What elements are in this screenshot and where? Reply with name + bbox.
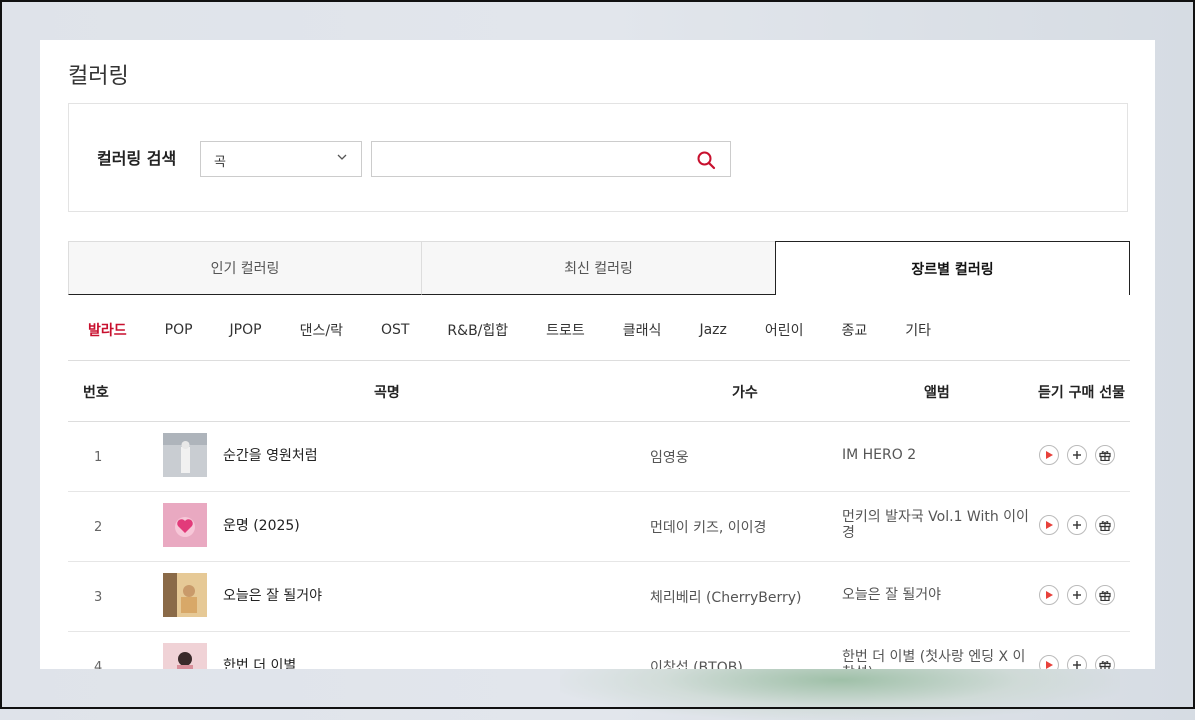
genre-classic[interactable]: 클래식 [623,320,662,340]
song-title[interactable]: 순간을 영원처럼 [223,445,318,465]
table-row: 3 오늘은 잘 될거야 체리베리 (CherryBerry) 오늘은 잘 될거야 [68,562,1130,632]
genre-ballad[interactable]: 발라드 [88,320,127,340]
row-actions [1039,585,1115,605]
gift-icon[interactable] [1095,515,1115,535]
gift-icon[interactable] [1095,655,1115,669]
search-input[interactable] [382,142,686,176]
plus-icon[interactable] [1067,515,1087,535]
song-album[interactable]: 오늘은 잘 될거야 [842,587,1037,603]
header-title: 곡명 [374,385,400,401]
genre-kids[interactable]: 어린이 [765,320,804,340]
album-cover[interactable] [163,643,207,669]
row-number: 3 [94,590,103,605]
tab-bar: 인기 컬러링 최신 컬러링 장르별 컬러링 [68,241,1130,295]
genre-religion[interactable]: 종교 [841,320,867,340]
album-cover[interactable] [163,433,207,477]
header-album: 앨범 [924,385,950,401]
search-section: 컬러링 검색 곡 [68,103,1128,212]
header-num: 번호 [83,385,109,401]
table-row: 2 운명 (2025) 먼데이 키즈, 이이경 먼키의 발자국 Vol.1 Wi… [68,492,1130,562]
genre-pop[interactable]: POP [165,322,193,338]
genre-jazz[interactable]: Jazz [699,322,726,338]
table-header: 번호 곡명 가수 앨범 듣기 구매 선물 [68,360,1130,422]
search-type-value: 곡 [214,155,226,170]
search-label: 컬러링 검색 [97,149,177,168]
album-cover[interactable] [163,573,207,617]
search-icon[interactable] [696,150,716,170]
song-title[interactable]: 오늘은 잘 될거야 [223,585,322,605]
gift-icon[interactable] [1095,445,1115,465]
song-artist[interactable]: 먼데이 키즈, 이이경 [650,517,766,537]
row-number: 2 [94,520,103,535]
page-title: 컬러링 [68,64,129,89]
genre-ost[interactable]: OST [381,322,409,338]
song-artist[interactable]: 이창섭 (BTOB) [650,657,743,669]
row-actions [1039,515,1115,535]
row-actions [1039,655,1115,669]
song-album[interactable]: 한번 더 이별 (첫사랑 엔딩 X 이창섭) [842,649,1037,669]
song-artist[interactable]: 체리베리 (CherryBerry) [650,587,801,607]
plus-icon[interactable] [1067,585,1087,605]
song-list: 1 순간을 영원처럼 임영웅 IM HERO 2 2 운명 (2025) 먼데이… [68,422,1130,669]
plus-icon[interactable] [1067,655,1087,669]
genre-trot[interactable]: 트로트 [546,320,585,340]
search-type-select[interactable]: 곡 [200,141,362,177]
genre-etc[interactable]: 기타 [905,320,931,340]
song-title[interactable]: 한번 더 이별 [223,655,296,669]
plus-icon[interactable] [1067,445,1087,465]
genre-jpop[interactable]: JPOP [230,322,262,338]
genre-dance-rock[interactable]: 댄스/락 [300,320,343,340]
album-cover[interactable] [163,503,207,547]
main-panel: 컬러링 컬러링 검색 곡 인기 컬러링 최신 컬러링 장르별 컬러링 발라드 P… [40,40,1155,669]
row-number: 1 [94,450,103,465]
play-icon[interactable] [1039,515,1059,535]
song-album[interactable]: 먼키의 발자국 Vol.1 With 이이경 [842,509,1037,541]
table-row: 4 한번 더 이별 이창섭 (BTOB) 한번 더 이별 (첫사랑 엔딩 X 이… [68,632,1130,669]
tab-popular[interactable]: 인기 컬러링 [68,241,422,295]
row-number: 4 [94,660,103,669]
song-album[interactable]: IM HERO 2 [842,447,1037,463]
table-row: 1 순간을 영원처럼 임영웅 IM HERO 2 [68,422,1130,492]
chevron-down-icon [337,154,347,160]
play-icon[interactable] [1039,585,1059,605]
song-artist[interactable]: 임영웅 [650,447,689,467]
tab-latest[interactable]: 최신 컬러링 [421,241,776,295]
header-actions: 듣기 구매 선물 [1038,385,1126,401]
genre-filter: 발라드 POP JPOP 댄스/락 OST R&B/힙합 트로트 클래식 Jaz… [68,310,931,350]
song-title[interactable]: 운명 (2025) [223,515,300,535]
search-field [371,141,731,177]
row-actions [1039,445,1115,465]
genre-rnb-hiphop[interactable]: R&B/힙합 [447,320,508,340]
header-artist: 가수 [732,385,758,401]
tab-genre[interactable]: 장르별 컬러링 [775,241,1130,295]
play-icon[interactable] [1039,445,1059,465]
gift-icon[interactable] [1095,585,1115,605]
play-icon[interactable] [1039,655,1059,669]
